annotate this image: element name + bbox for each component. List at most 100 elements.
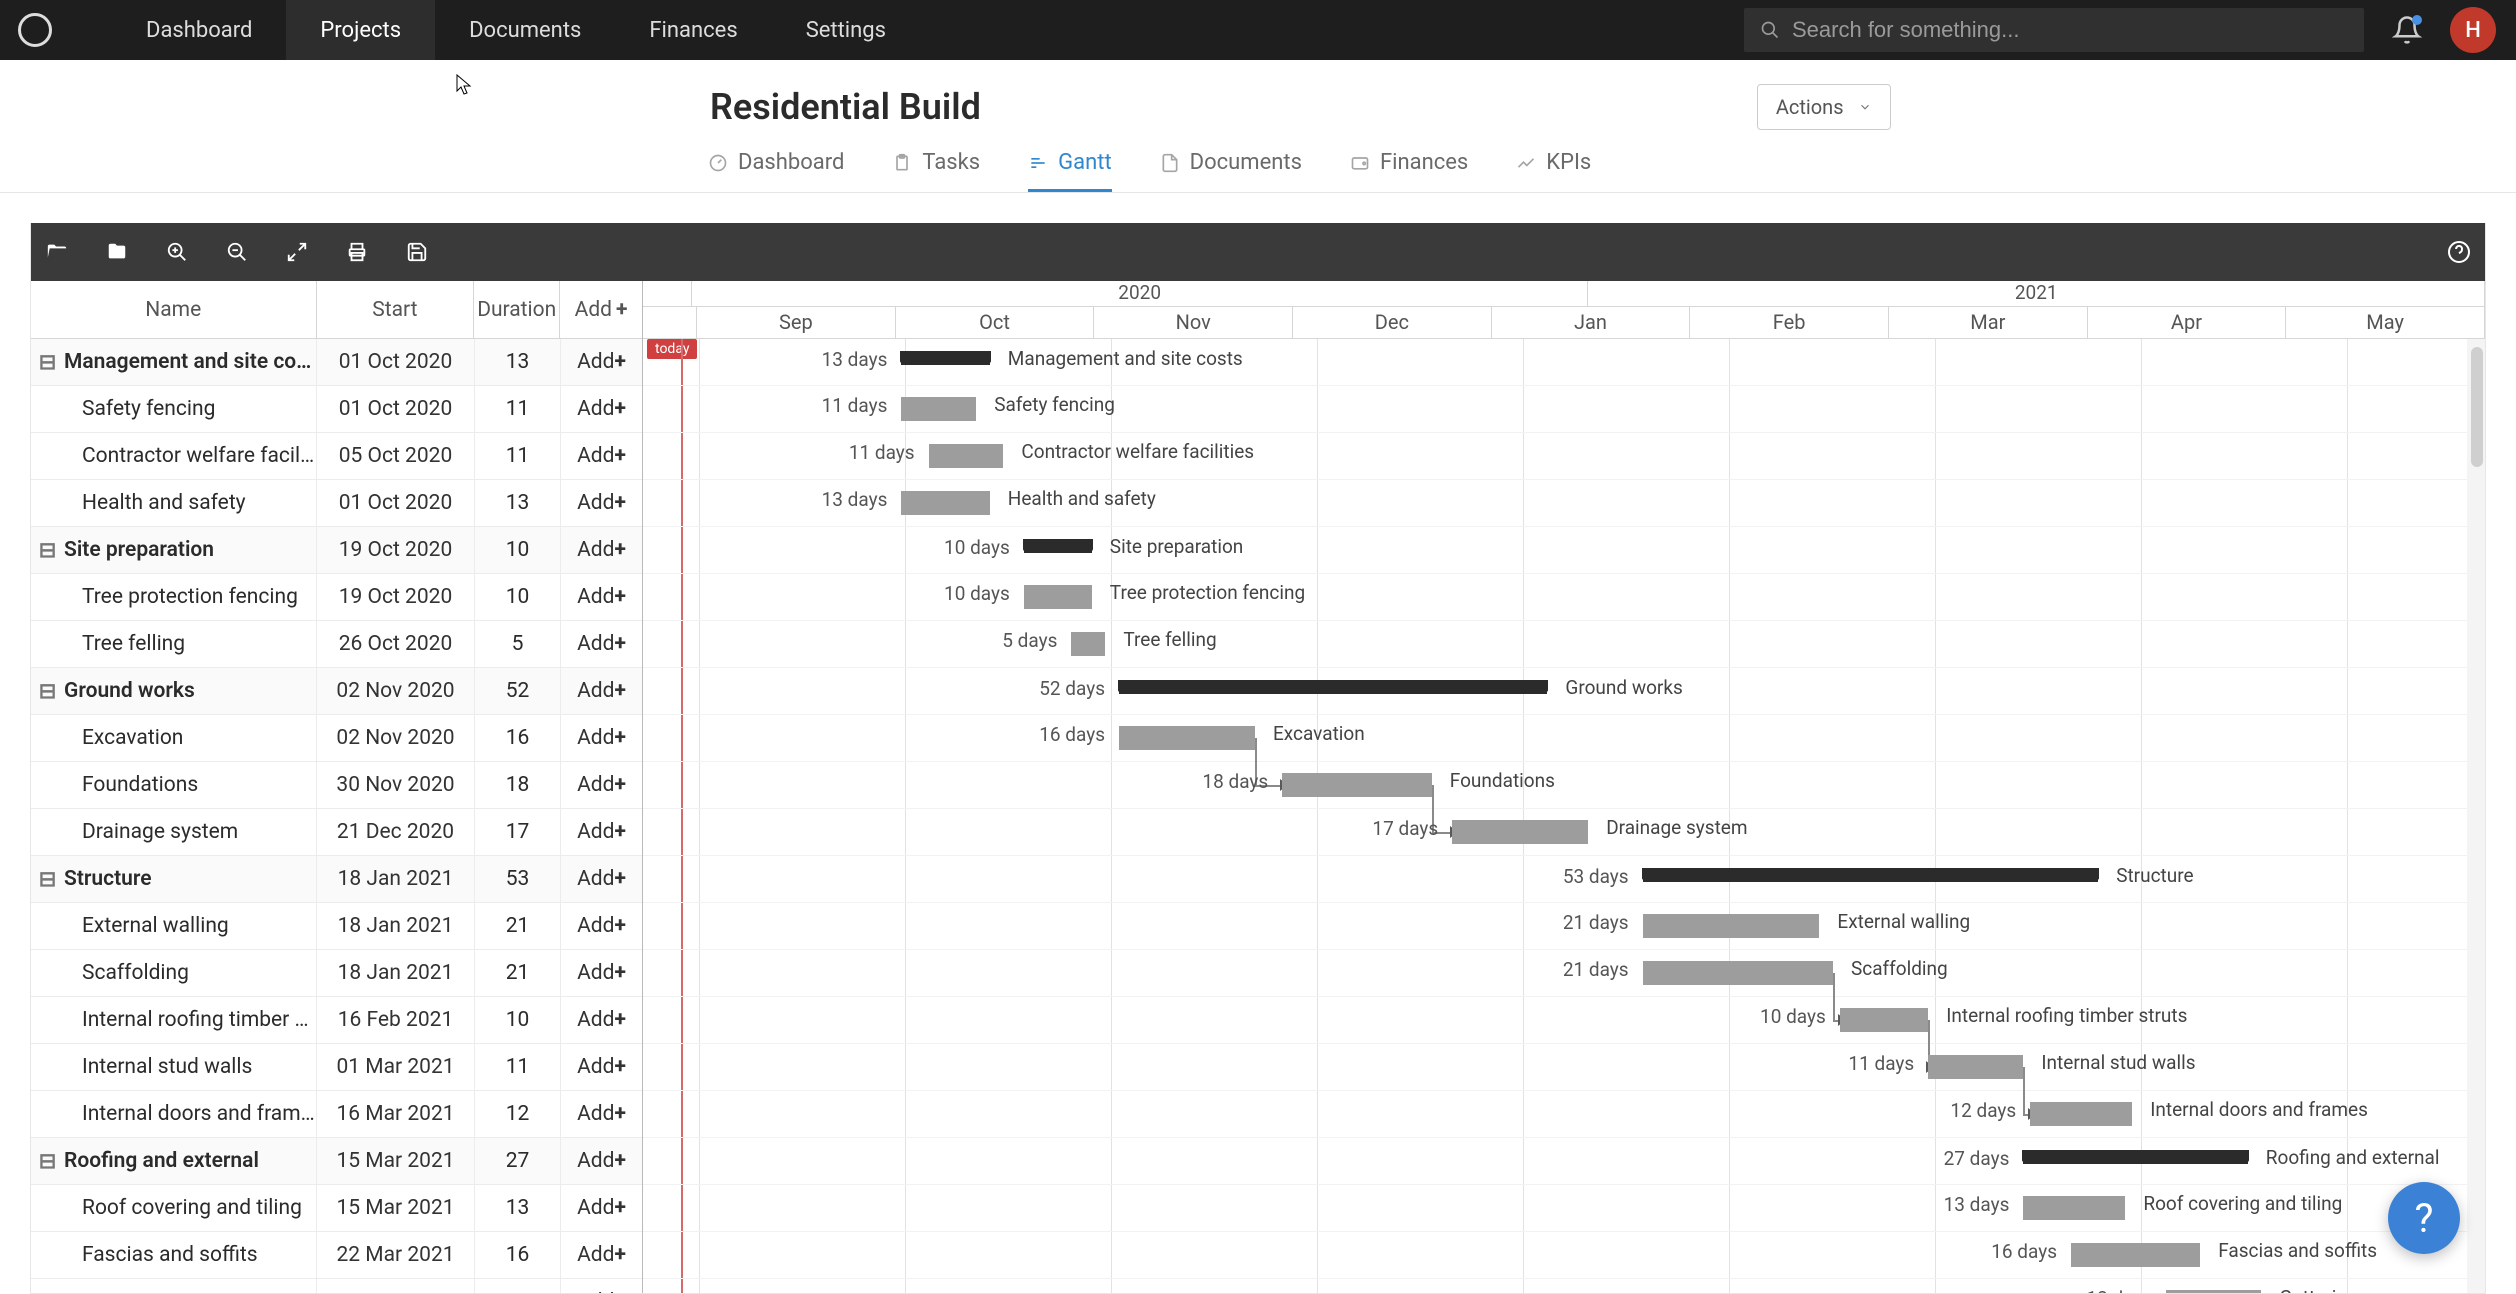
table-row[interactable]: Internal stud walls01 Mar 202111Add +	[31, 1044, 642, 1091]
actions-dropdown[interactable]: Actions	[1757, 84, 1891, 130]
row-add-button[interactable]: Add +	[561, 997, 642, 1043]
table-row[interactable]: Roof covering and tiling15 Mar 202113Add…	[31, 1185, 642, 1232]
table-row[interactable]: Contractor welfare facilities05 Oct 2020…	[31, 433, 642, 480]
tab-tasks[interactable]: Tasks	[892, 150, 980, 192]
tab-gantt[interactable]: Gantt	[1028, 150, 1112, 192]
task-bar[interactable]: 21 daysScaffolding	[1643, 961, 1833, 985]
zoom-out-icon[interactable]	[225, 240, 249, 264]
table-row[interactable]: Foundations30 Nov 202018Add +	[31, 762, 642, 809]
collapse-icon[interactable]: ⊟	[31, 679, 64, 704]
task-bar[interactable]: 11 daysContractor welfare facilities	[929, 444, 1004, 468]
nav-item-dashboard[interactable]: Dashboard	[112, 0, 286, 60]
row-add-button[interactable]: Add +	[561, 856, 642, 902]
table-row[interactable]: Health and safety01 Oct 202013Add +	[31, 480, 642, 527]
notifications-button[interactable]	[2392, 15, 2422, 45]
summary-bar[interactable]: 53 daysStructure	[1643, 868, 2099, 882]
table-row[interactable]: Excavation02 Nov 202016Add +	[31, 715, 642, 762]
row-add-button[interactable]: Add +	[561, 433, 642, 479]
table-row[interactable]: ⊟Structure18 Jan 202153Add +	[31, 856, 642, 903]
help-circle-icon[interactable]	[2447, 240, 2471, 264]
table-row[interactable]: External walling18 Jan 202121Add +	[31, 903, 642, 950]
table-row[interactable]: Internal roofing timber struts16 Feb 202…	[31, 997, 642, 1044]
row-add-button[interactable]: Add +	[561, 809, 642, 855]
table-row[interactable]: Tree protection fencing19 Oct 202010Add …	[31, 574, 642, 621]
row-add-button[interactable]: Add +	[561, 762, 642, 808]
table-row[interactable]: Guttering05 Apr 202112Add +	[31, 1279, 642, 1293]
task-bar[interactable]: 11 daysInternal stud walls	[1928, 1055, 2023, 1079]
print-icon[interactable]	[345, 240, 369, 264]
row-add-button[interactable]: Add +	[561, 339, 642, 385]
app-logo[interactable]	[18, 13, 52, 47]
folder-open-icon[interactable]	[45, 240, 69, 264]
search-input[interactable]	[1792, 17, 2348, 43]
summary-bar[interactable]: 13 daysManagement and site costs	[901, 351, 989, 365]
summary-bar[interactable]: 10 daysSite preparation	[1024, 539, 1092, 553]
table-row[interactable]: Safety fencing01 Oct 202011Add +	[31, 386, 642, 433]
collapse-icon[interactable]: ⊟	[31, 538, 64, 563]
expand-icon[interactable]	[285, 240, 309, 264]
collapse-icon[interactable]: ⊟	[31, 350, 64, 375]
table-row[interactable]: Tree felling26 Oct 20205Add +	[31, 621, 642, 668]
task-bar[interactable]: 21 daysExternal walling	[1643, 914, 1820, 938]
table-row[interactable]: Fascias and soffits22 Mar 202116Add +	[31, 1232, 642, 1279]
task-bar[interactable]: 12 daysInternal doors and frames	[2030, 1102, 2132, 1126]
table-row[interactable]: Internal doors and frames16 Mar 202112Ad…	[31, 1091, 642, 1138]
folder-icon[interactable]	[105, 240, 129, 264]
col-add-header[interactable]: Add +	[560, 281, 642, 338]
task-bar[interactable]: 11 daysSafety fencing	[901, 397, 976, 421]
row-add-button[interactable]: Add +	[561, 527, 642, 573]
user-avatar[interactable]: H	[2450, 7, 2496, 53]
task-bar[interactable]: 10 daysTree protection fencing	[1024, 585, 1092, 609]
row-add-button[interactable]: Add +	[561, 903, 642, 949]
row-add-button[interactable]: Add +	[561, 574, 642, 620]
row-add-button[interactable]: Add +	[561, 1091, 642, 1137]
task-bar[interactable]: 13 daysRoof covering and tiling	[2023, 1196, 2125, 1220]
zoom-in-icon[interactable]	[165, 240, 189, 264]
row-add-button[interactable]: Add +	[561, 950, 642, 996]
row-add-button[interactable]: Add +	[561, 1044, 642, 1090]
tab-finances[interactable]: Finances	[1350, 150, 1468, 192]
nav-item-documents[interactable]: Documents	[435, 0, 615, 60]
collapse-icon[interactable]: ⊟	[31, 1149, 64, 1174]
table-row[interactable]: ⊟Ground works02 Nov 202052Add +	[31, 668, 642, 715]
row-add-button[interactable]: Add +	[561, 386, 642, 432]
row-add-button[interactable]: Add +	[561, 668, 642, 714]
summary-bar[interactable]: 52 daysGround works	[1119, 680, 1547, 694]
task-bar[interactable]: 16 daysExcavation	[1119, 726, 1255, 750]
row-name: Tree felling	[64, 632, 316, 656]
row-add-button[interactable]: Add +	[561, 1279, 642, 1293]
gantt-timeline[interactable]: 20202021 SepOctNovDecJanFebMarAprMay tod…	[643, 281, 2485, 1293]
nav-item-projects[interactable]: Projects	[286, 0, 435, 60]
tab-documents[interactable]: Documents	[1160, 150, 1302, 192]
table-row[interactable]: Scaffolding18 Jan 202121Add +	[31, 950, 642, 997]
nav-item-settings[interactable]: Settings	[772, 0, 920, 60]
task-bar[interactable]: 13 daysHealth and safety	[901, 491, 989, 515]
help-fab[interactable]: ?	[2388, 1182, 2460, 1254]
tab-kpis[interactable]: KPIs	[1516, 150, 1591, 192]
collapse-icon[interactable]: ⊟	[31, 867, 64, 892]
task-bar[interactable]: 17 daysDrainage system	[1452, 820, 1588, 844]
nav-item-finances[interactable]: Finances	[615, 0, 771, 60]
task-bar[interactable]: 18 daysFoundations	[1282, 773, 1432, 797]
row-add-button[interactable]: Add +	[561, 1185, 642, 1231]
table-row[interactable]: Drainage system21 Dec 202017Add +	[31, 809, 642, 856]
table-row[interactable]: ⊟Site preparation19 Oct 202010Add +	[31, 527, 642, 574]
row-add-button[interactable]: Add +	[561, 1232, 642, 1278]
summary-bar[interactable]: 27 daysRoofing and external	[2023, 1150, 2247, 1164]
row-add-button[interactable]: Add +	[561, 1138, 642, 1184]
scrollbar-thumb[interactable]	[2471, 347, 2483, 467]
task-bar[interactable]: 5 daysTree felling	[1071, 632, 1105, 656]
row-duration: 18	[475, 762, 561, 808]
tab-dashboard[interactable]: Dashboard	[708, 150, 844, 192]
vertical-scrollbar[interactable]	[2467, 339, 2485, 1293]
row-add-button[interactable]: Add +	[561, 621, 642, 667]
task-bar[interactable]: 10 daysInternal roofing timber struts	[1840, 1008, 1928, 1032]
task-bar[interactable]: 16 daysFascias and soffits	[2071, 1243, 2200, 1267]
table-row[interactable]: ⊟Roofing and external15 Mar 202127Add +	[31, 1138, 642, 1185]
task-bar[interactable]: 12 daysGuttering	[2166, 1290, 2261, 1293]
table-row[interactable]: ⊟Management and site costs01 Oct 202013A…	[31, 339, 642, 386]
row-add-button[interactable]: Add +	[561, 715, 642, 761]
row-add-button[interactable]: Add +	[561, 480, 642, 526]
global-search[interactable]	[1744, 8, 2364, 52]
save-icon[interactable]	[405, 240, 429, 264]
